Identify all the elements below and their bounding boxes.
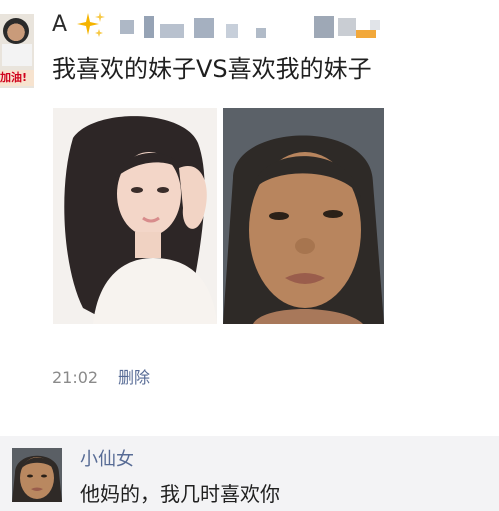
post-text: 我喜欢的妹子VS喜欢我的妹子 [52, 55, 372, 83]
avatar-face [3, 18, 29, 44]
moments-post: 加油! A 我喜欢的妹子VS喜欢我的妹子 21:02 删除 [0, 0, 499, 420]
woman-selfie-photo [223, 108, 384, 324]
avatar-badge: 加油! [0, 70, 34, 86]
avatar-body [2, 44, 32, 66]
comment-section: 小仙女 他妈的，我几时喜欢你 [0, 436, 499, 511]
comment-text: 他妈的，我几时喜欢你 [80, 482, 280, 506]
blurred-username [120, 16, 380, 38]
comment-author-avatar[interactable] [12, 448, 62, 502]
sparkle-icon [77, 12, 105, 37]
post-image-1[interactable] [53, 108, 217, 324]
author-avatar[interactable]: 加油! [0, 14, 34, 88]
post-image-2[interactable] [223, 108, 384, 324]
woman-portrait-photo [53, 108, 217, 324]
author-name[interactable]: A [52, 10, 67, 40]
delete-post-button[interactable]: 删除 [118, 366, 150, 390]
comment-author-name[interactable]: 小仙女 [80, 448, 134, 472]
post-timestamp: 21:02 [52, 368, 99, 387]
commenter-avatar-photo [12, 448, 62, 502]
